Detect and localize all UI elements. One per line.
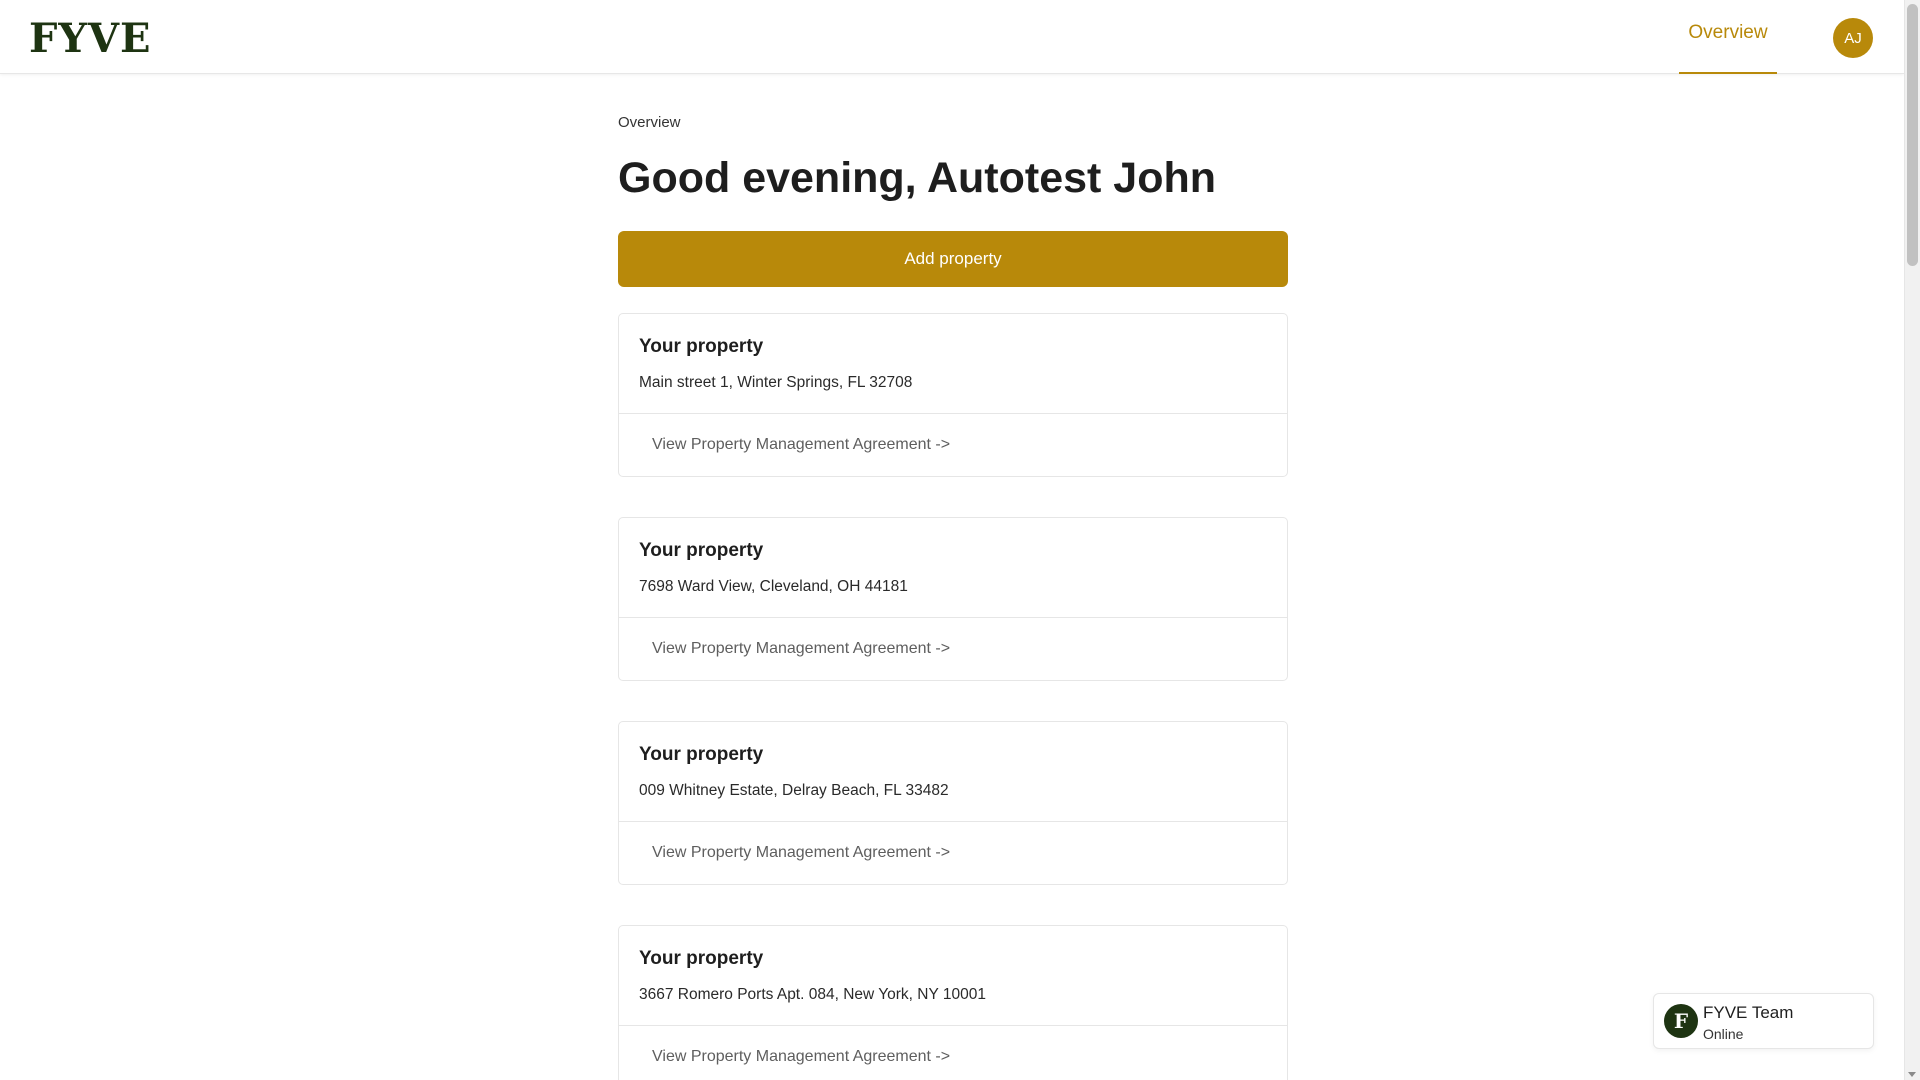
top-header: FYVE Overview AJ: [0, 0, 1904, 74]
user-avatar[interactable]: AJ: [1833, 18, 1873, 58]
property-card-title: Your property: [639, 744, 764, 765]
property-card-header: Your property 3667 Romero Ports Apt. 084…: [619, 926, 1287, 1025]
chat-team-name: FYVE Team: [1703, 1003, 1794, 1022]
page-title: Good evening, Autotest John: [618, 154, 1217, 202]
property-card-title: Your property: [639, 540, 764, 561]
fyve-logo[interactable]: FYVE: [29, 15, 151, 62]
view-agreement-link[interactable]: View Property Management Agreement ->: [652, 844, 950, 862]
chat-widget[interactable]: F FYVE Team Online: [1653, 993, 1874, 1049]
property-card-footer: View Property Management Agreement ->: [619, 413, 1287, 476]
property-address: Main street 1, Winter Springs, FL 32708: [639, 374, 913, 391]
property-card-footer: View Property Management Agreement ->: [619, 821, 1287, 884]
property-card-footer: View Property Management Agreement ->: [619, 617, 1287, 680]
property-list: Your property Main street 1, Winter Spri…: [618, 313, 1288, 1080]
property-card-header: Your property 7698 Ward View, Cleveland,…: [619, 518, 1287, 617]
view-agreement-link[interactable]: View Property Management Agreement ->: [652, 436, 950, 454]
fyve-team-icon: F: [1664, 1004, 1698, 1038]
property-card-title: Your property: [639, 948, 764, 969]
property-card-header: Your property Main street 1, Winter Spri…: [619, 314, 1287, 413]
property-card: Your property Main street 1, Winter Spri…: [618, 313, 1288, 477]
main-content: Overview Good evening, Autotest John Add…: [618, 114, 1288, 1080]
property-address: 3667 Romero Ports Apt. 084, New York, NY…: [639, 986, 986, 1003]
property-address: 7698 Ward View, Cleveland, OH 44181: [639, 578, 908, 595]
nav-tab-overview[interactable]: Overview: [1679, 0, 1777, 74]
nav-tab-overview-label: Overview: [1688, 22, 1768, 43]
view-agreement-link[interactable]: View Property Management Agreement ->: [652, 1048, 950, 1066]
property-card: Your property 009 Whitney Estate, Delray…: [618, 721, 1288, 885]
view-agreement-link[interactable]: View Property Management Agreement ->: [652, 640, 950, 658]
scrollbar-thumb[interactable]: [1907, 4, 1918, 266]
property-card-title: Your property: [639, 336, 764, 357]
property-address: 009 Whitney Estate, Delray Beach, FL 334…: [639, 782, 949, 799]
add-property-button[interactable]: Add property: [618, 231, 1288, 287]
page-scrollbar[interactable]: [1904, 0, 1920, 1080]
property-card-footer: View Property Management Agreement ->: [619, 1025, 1287, 1080]
property-card-header: Your property 009 Whitney Estate, Delray…: [619, 722, 1287, 821]
chat-status: Online: [1703, 1026, 1744, 1042]
scroll-down-arrow-icon[interactable]: [1908, 1072, 1916, 1077]
property-card: Your property 7698 Ward View, Cleveland,…: [618, 517, 1288, 681]
property-card: Your property 3667 Romero Ports Apt. 084…: [618, 925, 1288, 1080]
breadcrumb: Overview: [618, 114, 681, 131]
